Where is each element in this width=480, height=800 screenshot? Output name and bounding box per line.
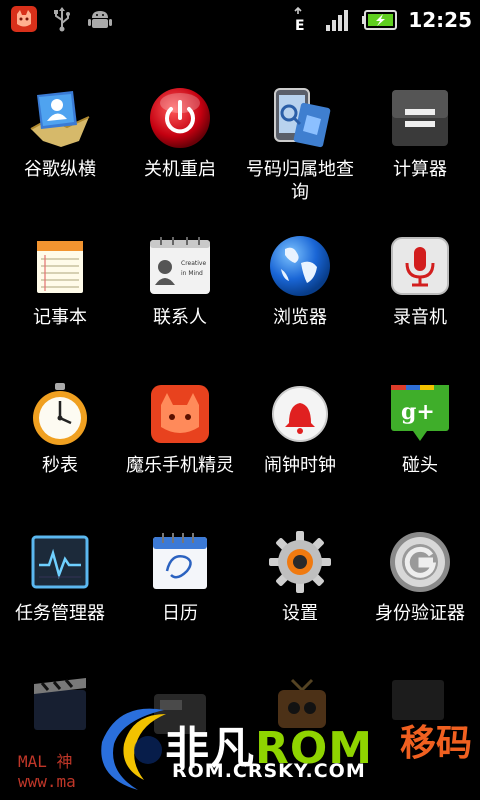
app-label: 秒表 (42, 455, 78, 476)
dark-app-icon[interactable] (388, 676, 448, 736)
stopwatch-icon (26, 380, 94, 448)
app-label: 联系人 (153, 307, 207, 328)
usb-icon (48, 5, 76, 33)
app-alarm-clock[interactable]: 闹钟时钟 (240, 376, 360, 524)
authenticator-icon (386, 528, 454, 596)
contacts-icon-caption-1: Creative (181, 260, 206, 267)
task-manager-icon (26, 528, 94, 596)
status-bar: E 12:25 (0, 0, 480, 38)
fm-radio-icon[interactable] (150, 686, 210, 746)
app-power-reboot[interactable]: 关机重启 (120, 80, 240, 228)
calculator-icon (386, 84, 454, 152)
voice-recorder-icon (386, 232, 454, 300)
app-calendar[interactable]: 日历 (120, 524, 240, 672)
app-label: 计算器 (393, 159, 447, 180)
app-authenticator[interactable]: 身份验证器 (360, 524, 480, 672)
power-reboot-icon (146, 84, 214, 152)
google-plus-glyph: g+ (401, 399, 435, 425)
browser-globe-icon (266, 232, 334, 300)
app-label: 碰头 (402, 455, 438, 476)
notepad-icon (26, 232, 94, 300)
app-notification-icon[interactable] (10, 5, 38, 33)
tv-icon[interactable] (272, 676, 332, 736)
phone-location-lookup-icon (266, 84, 334, 152)
android-debug-icon (86, 5, 114, 33)
app-label: 谷歌纵横 (24, 159, 96, 180)
battery-charging-icon (362, 6, 398, 34)
settings-gear-icon (266, 528, 334, 596)
network-type-label: E (295, 18, 305, 34)
app-label: 设置 (282, 603, 318, 624)
alarm-clock-icon (266, 380, 334, 448)
movie-studio-icon[interactable] (30, 676, 90, 736)
contacts-icon-caption-2: in Mind (181, 270, 203, 277)
app-label: 身份验证器 (375, 603, 465, 624)
app-browser[interactable]: 浏览器 (240, 228, 360, 376)
network-type-icon: E (286, 6, 314, 34)
android-app-drawer: E 12:25 谷歌纵横 关机重启 号码归属地查询 计算器 记事本 Creati… (0, 0, 480, 800)
contacts-icon: Creative in Mind (146, 232, 214, 300)
google-latitude-icon (26, 84, 94, 152)
signal-strength-icon (324, 6, 352, 34)
app-label: 闹钟时钟 (264, 455, 336, 476)
app-calculator[interactable]: 计算器 (360, 80, 480, 228)
partial-app-row (0, 672, 480, 800)
mole-assistant-icon (146, 380, 214, 448)
app-voice-recorder[interactable]: 录音机 (360, 228, 480, 376)
app-google-latitude[interactable]: 谷歌纵横 (0, 80, 120, 228)
app-settings[interactable]: 设置 (240, 524, 360, 672)
app-stopwatch[interactable]: 秒表 (0, 376, 120, 524)
app-google-plus-huddle[interactable]: g+ 碰头 (360, 376, 480, 524)
app-notepad[interactable]: 记事本 (0, 228, 120, 376)
app-label: 号码归属地查询 (246, 159, 354, 203)
google-plus-icon: g+ (386, 380, 454, 448)
app-task-manager[interactable]: 任务管理器 (0, 524, 120, 672)
calendar-icon (146, 528, 214, 596)
app-label: 录音机 (393, 307, 447, 328)
app-phone-location-lookup[interactable]: 号码归属地查询 (240, 80, 360, 228)
app-label: 记事本 (33, 307, 87, 328)
app-label: 任务管理器 (15, 603, 105, 624)
app-label: 日历 (162, 603, 198, 624)
app-label: 魔乐手机精灵 (126, 455, 234, 476)
status-clock: 12:25 (408, 8, 472, 32)
app-label: 浏览器 (273, 307, 327, 328)
app-contacts[interactable]: Creative in Mind 联系人 (120, 228, 240, 376)
app-grid: 谷歌纵横 关机重启 号码归属地查询 计算器 记事本 Creative in Mi… (0, 80, 480, 672)
app-label: 关机重启 (144, 159, 216, 180)
app-mole-assistant[interactable]: 魔乐手机精灵 (120, 376, 240, 524)
